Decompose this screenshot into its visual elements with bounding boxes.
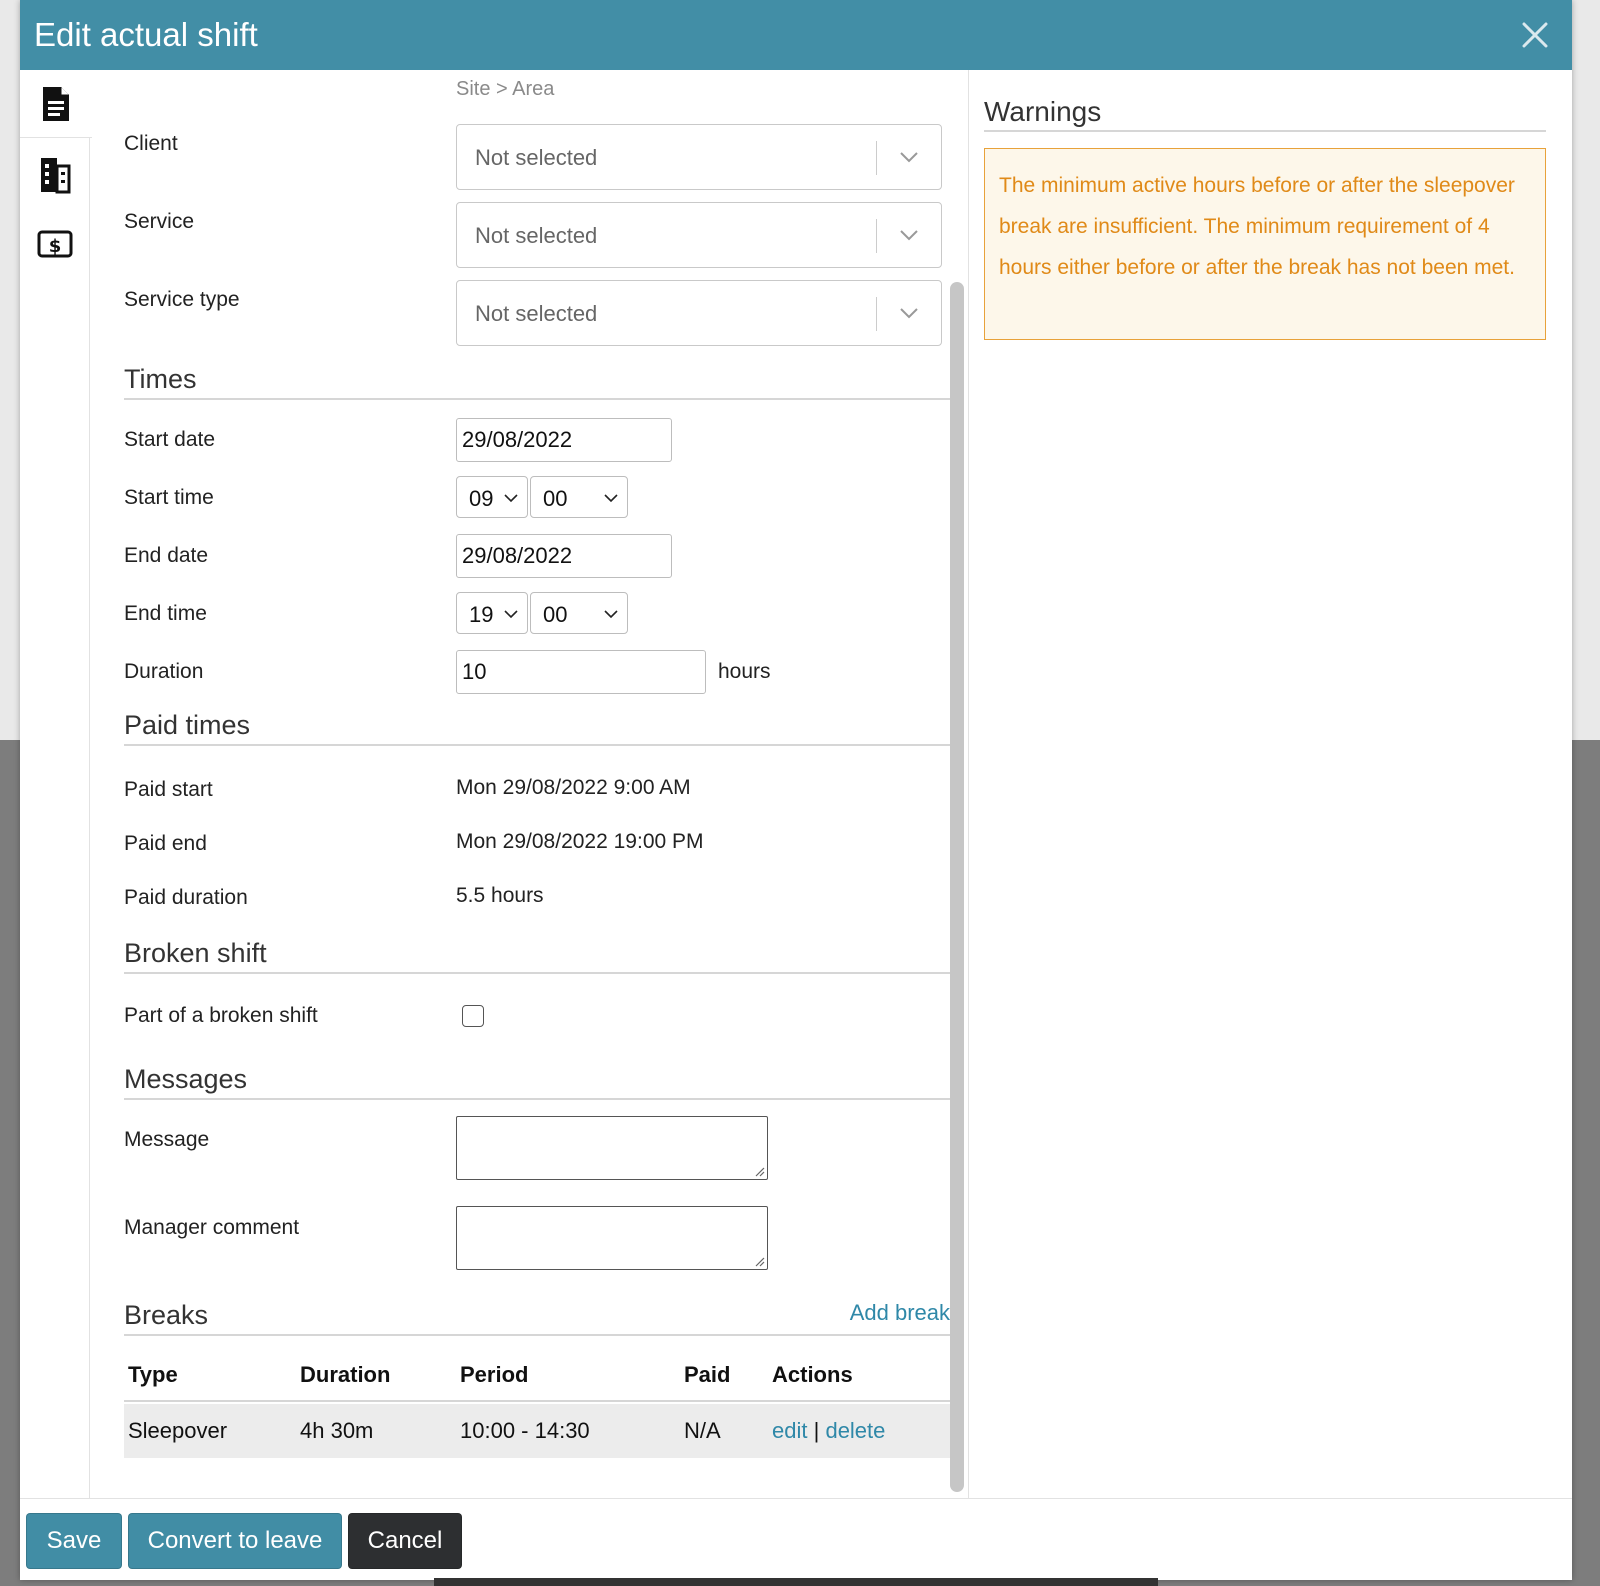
edit-shift-dialog: Edit actual shift $ Site > Area Client N… [20, 0, 1572, 1580]
column-divider [968, 70, 969, 1498]
service-type-select-value: Not selected [475, 301, 598, 326]
paid-times-heading: Paid times [124, 710, 251, 740]
chevron-down-icon [900, 230, 918, 241]
end-time-label: End time [124, 602, 207, 625]
service-type-label: Service type [124, 288, 240, 311]
edit-break-link[interactable]: edit [772, 1418, 807, 1443]
document-icon [43, 86, 69, 121]
money-icon: $ [37, 230, 73, 258]
paid-end-label: Paid end [124, 832, 207, 855]
start-hour-value: 09 [469, 486, 494, 511]
paid-duration-label: Paid duration [124, 886, 248, 909]
column-header-actions: Actions [772, 1362, 853, 1387]
start-hour-select[interactable]: 09 [456, 476, 528, 518]
client-select-value: Not selected [475, 145, 598, 170]
column-header-paid: Paid [684, 1362, 731, 1387]
add-break-link[interactable]: Add break [850, 1300, 950, 1326]
paid-duration-value: 5.5 hours [456, 884, 544, 907]
action-separator: | [813, 1418, 820, 1443]
chevron-down-icon [900, 308, 918, 319]
duration-unit: hours [718, 660, 771, 683]
tab-pay[interactable]: $ [20, 210, 90, 278]
page-bottom-bar [434, 1578, 1158, 1586]
building-icon [41, 158, 71, 194]
manager-comment-textarea[interactable] [456, 1206, 768, 1270]
end-date-label: End date [124, 544, 209, 567]
start-date-label: Start date [124, 428, 216, 451]
end-minute-value: 00 [543, 602, 568, 627]
paid-start-label: Paid start [124, 778, 213, 801]
form-scrollbar[interactable] [950, 282, 964, 1492]
start-minute-value: 00 [543, 486, 568, 511]
column-header-period: Period [460, 1362, 529, 1387]
breaks-section-heading: Breaks Add break [124, 1296, 950, 1336]
tab-details[interactable] [20, 70, 92, 138]
chevron-down-icon [504, 494, 518, 503]
end-hour-select[interactable]: 19 [456, 592, 528, 634]
service-select[interactable]: Not selected [456, 202, 942, 268]
break-period-cell: 10:00 - 14:30 [460, 1418, 590, 1443]
svg-text:$: $ [49, 236, 62, 257]
tab-site[interactable] [20, 140, 90, 208]
messages-heading: Messages [124, 1064, 248, 1094]
start-date-input[interactable]: 29/08/2022 [456, 418, 672, 462]
start-minute-select[interactable]: 00 [530, 476, 628, 518]
broken-shift-section-heading: Broken shift [124, 934, 950, 974]
end-hour-value: 19 [469, 602, 494, 627]
times-heading: Times [124, 364, 197, 394]
end-date-input[interactable]: 29/08/2022 [456, 534, 672, 578]
column-header-type: Type [128, 1362, 178, 1387]
table-row: Sleepover 4h 30m 10:00 - 14:30 N/A edit … [124, 1404, 950, 1458]
close-icon[interactable] [1518, 18, 1552, 52]
save-button[interactable]: Save [26, 1513, 122, 1569]
start-time-label: Start time [124, 486, 214, 509]
service-label: Service [124, 210, 195, 233]
times-section-heading: Times [124, 360, 950, 400]
chevron-down-icon [900, 152, 918, 163]
side-tab-bar: $ [20, 70, 92, 1498]
chevron-down-icon [604, 494, 618, 503]
shift-form: Site > Area Client Not selected Service … [90, 70, 962, 1498]
broken-shift-label: Part of a broken shift [124, 1004, 318, 1027]
end-minute-select[interactable]: 00 [530, 592, 628, 634]
resize-grip-icon[interactable] [753, 1255, 765, 1267]
duration-label: Duration [124, 660, 204, 683]
paid-times-section-heading: Paid times [124, 706, 950, 746]
client-select[interactable]: Not selected [456, 124, 942, 190]
paid-end-value: Mon 29/08/2022 19:00 PM [456, 830, 704, 853]
dialog-title: Edit actual shift [34, 16, 258, 53]
broken-shift-heading: Broken shift [124, 938, 267, 968]
break-paid-cell: N/A [684, 1418, 721, 1443]
paid-start-value: Mon 29/08/2022 9:00 AM [456, 776, 691, 799]
client-label: Client [124, 132, 178, 155]
dialog-header: Edit actual shift [20, 0, 1572, 70]
chevron-down-icon [504, 610, 518, 619]
duration-input[interactable]: 10 [456, 650, 706, 694]
breadcrumb: Site > Area [456, 78, 555, 100]
break-type-cell: Sleepover [128, 1418, 228, 1443]
message-textarea[interactable] [456, 1116, 768, 1180]
table-header-row: Type Duration Period Paid Actions [124, 1346, 950, 1402]
break-actions-cell: edit | delete [772, 1418, 885, 1444]
breaks-heading: Breaks [124, 1300, 209, 1330]
service-type-select[interactable]: Not selected [456, 280, 942, 346]
convert-to-leave-button[interactable]: Convert to leave [128, 1513, 342, 1569]
service-select-value: Not selected [475, 223, 598, 248]
column-header-duration: Duration [300, 1362, 391, 1387]
broken-shift-checkbox[interactable] [462, 1005, 484, 1027]
manager-comment-label: Manager comment [124, 1216, 300, 1239]
cancel-button[interactable]: Cancel [348, 1513, 462, 1569]
warnings-divider [984, 130, 1546, 132]
message-label: Message [124, 1128, 210, 1151]
chevron-down-icon [604, 610, 618, 619]
delete-break-link[interactable]: delete [825, 1418, 885, 1443]
dialog-footer: Save Convert to leave Cancel [20, 1498, 1572, 1580]
resize-grip-icon[interactable] [753, 1165, 765, 1177]
break-duration-cell: 4h 30m [300, 1418, 374, 1443]
messages-section-heading: Messages [124, 1060, 950, 1100]
warnings-heading: Warnings [984, 96, 1102, 127]
warning-message: The minimum active hours before or after… [984, 148, 1546, 340]
